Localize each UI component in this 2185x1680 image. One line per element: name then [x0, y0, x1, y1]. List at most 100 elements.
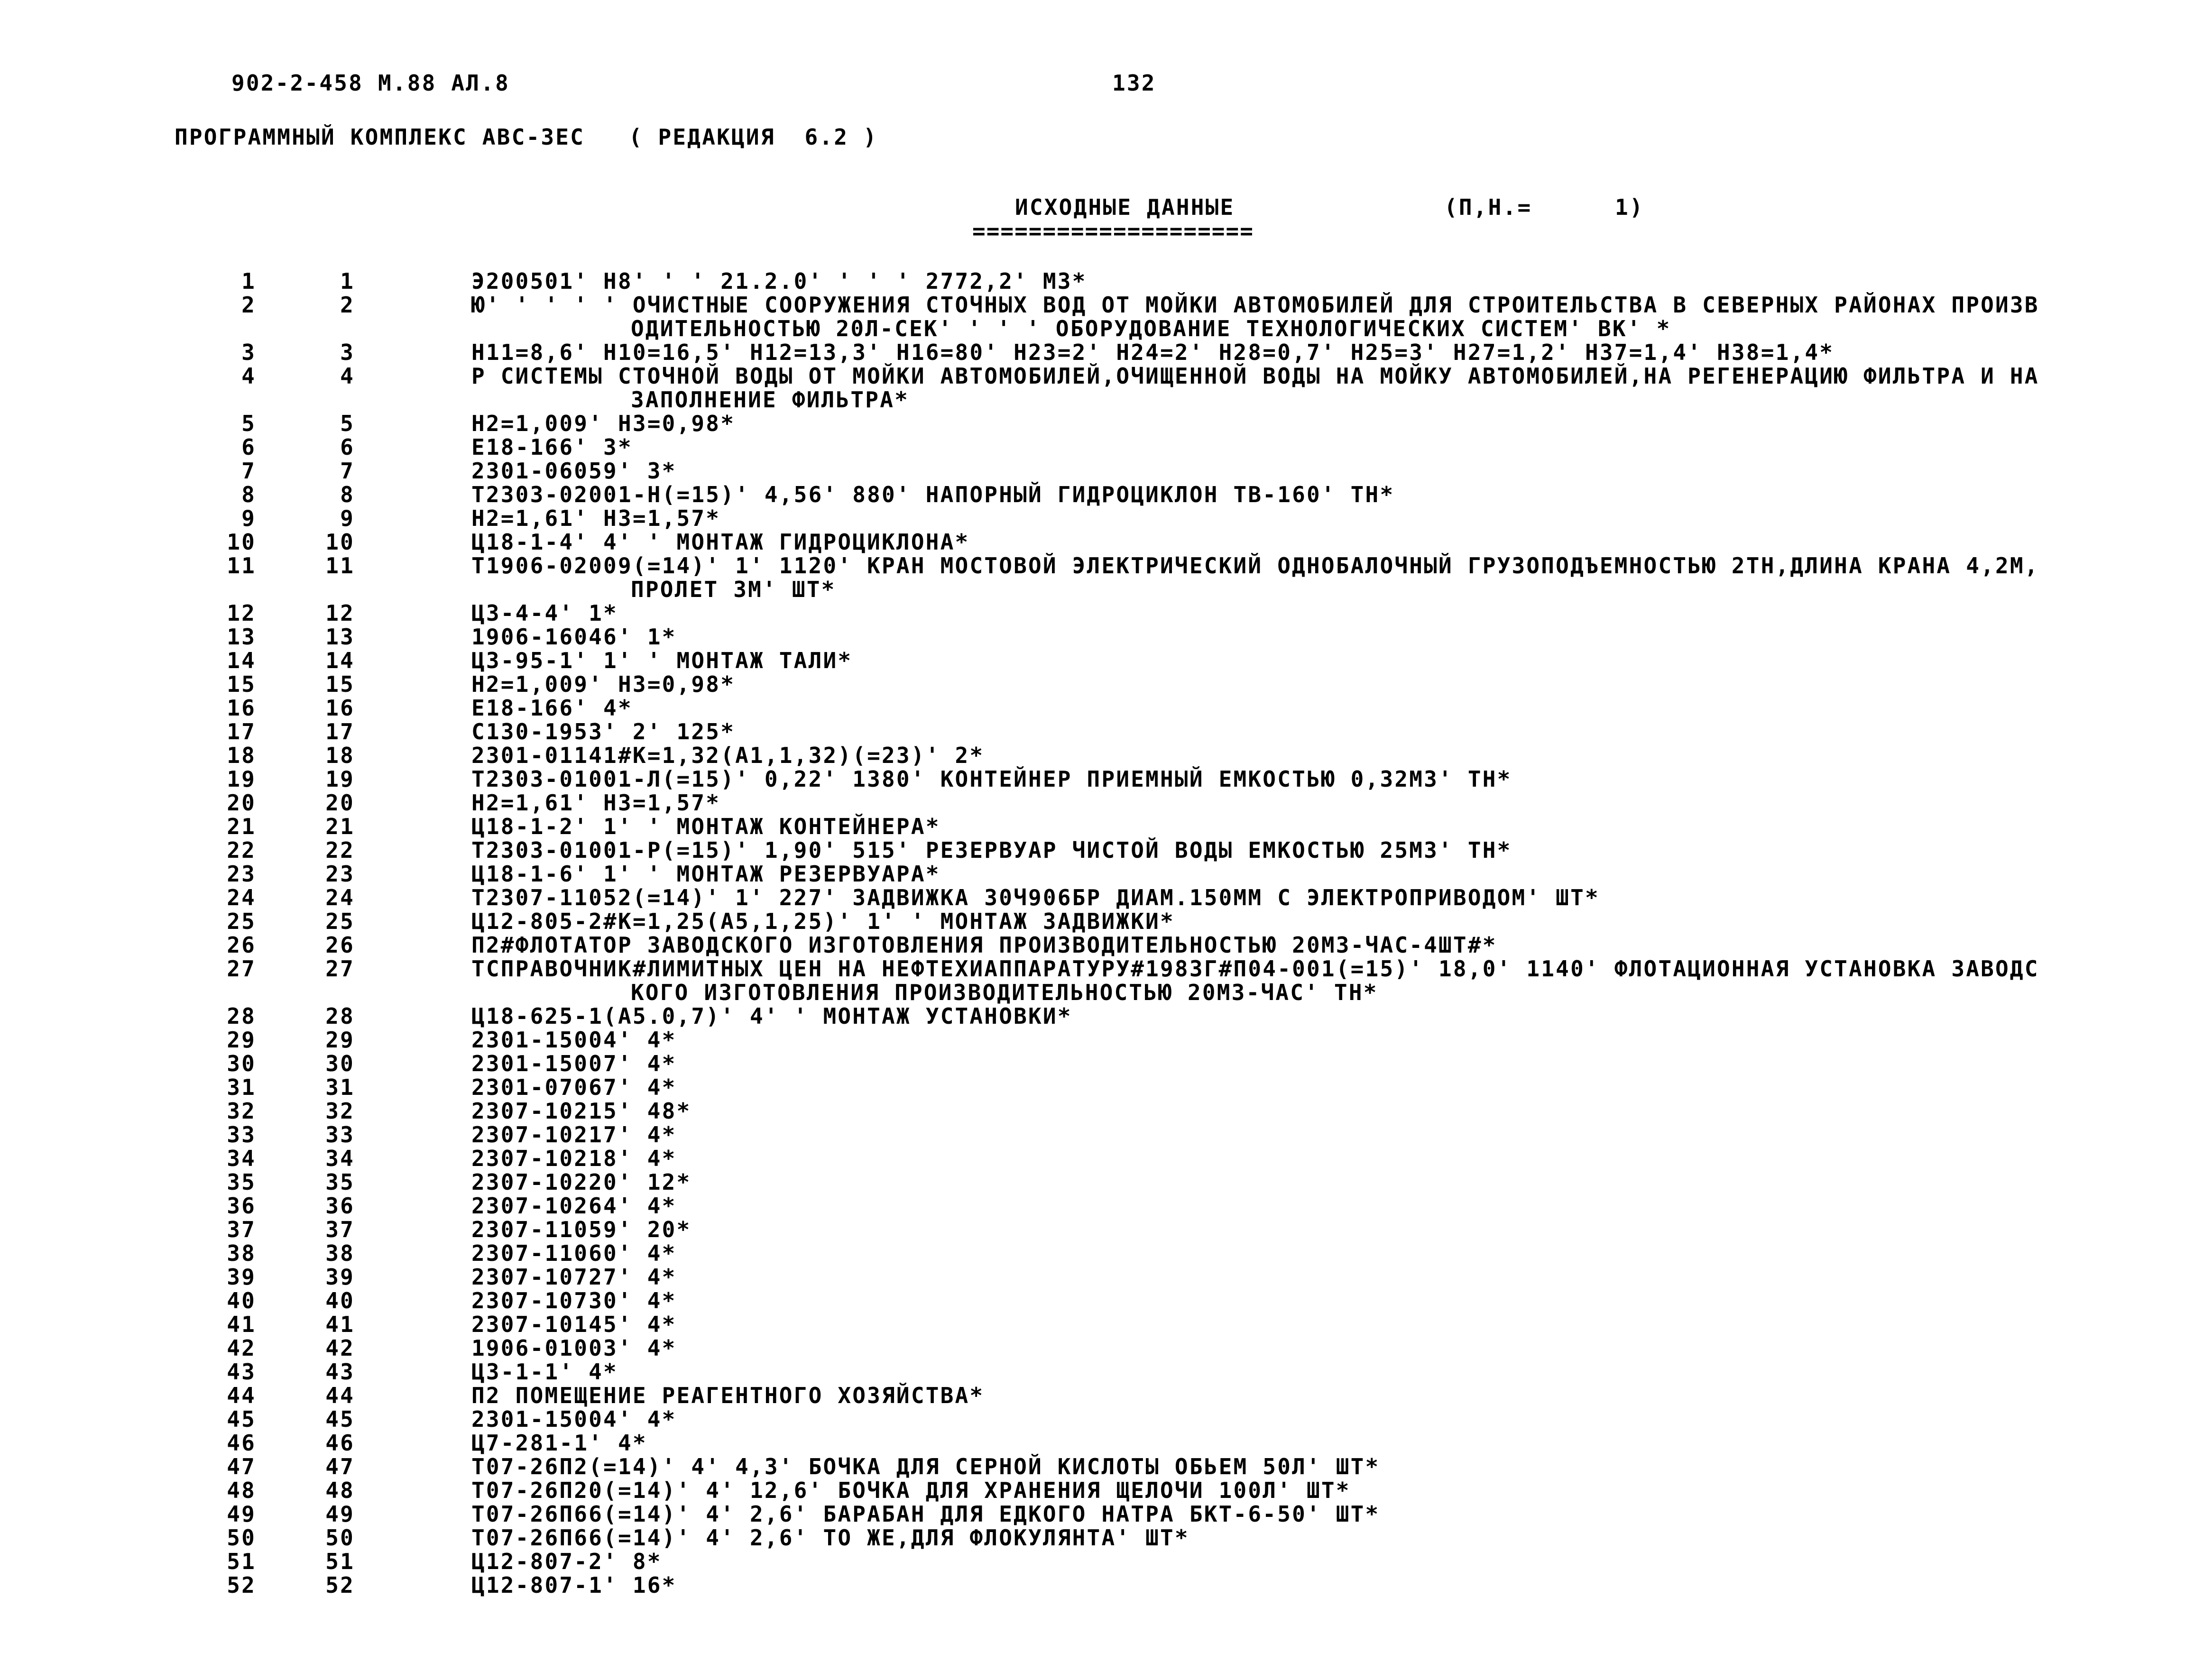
record-text: Т2303-01001-Л(=15)' 0,22' 1380' КОНТЕЙНЕ… — [471, 766, 1512, 792]
record-number: 52 — [325, 1572, 355, 1598]
listing-row: 10 10 Ц18-1-4' 4' ' МОНТАЖ ГИДРОЦИКЛОНА* — [0, 530, 2185, 554]
pn-value: 1) — [1615, 194, 1644, 220]
record-number: 50 — [325, 1525, 355, 1551]
record-number: 41 — [325, 1312, 355, 1337]
line-number: 14 — [227, 648, 256, 673]
listing-row: 17 17 С130-1953' 2' 125* — [0, 720, 2185, 744]
listing-row: 39 39 2307-10727' 4* — [0, 1265, 2185, 1289]
record-text: Т2303-01001-Р(=15)' 1,90' 515' РЕЗЕРВУАР… — [471, 837, 1512, 863]
line-number: 4 — [241, 363, 256, 389]
record-content: 2301-01141#К=1,32(А1,1,32)(=23)' 2* — [471, 744, 2018, 767]
record-text: Т07-26П66(=14)' 4' 2,6' ТО ЖЕ,ДЛЯ ФЛОКУЛ… — [471, 1525, 1189, 1551]
record-number: 37 — [325, 1217, 355, 1242]
record-number: 17 — [325, 719, 355, 744]
listing-row: 40 40 2307-10730' 4* — [0, 1289, 2185, 1313]
record-text: Е18-166' 4* — [471, 695, 633, 721]
line-number: 11 — [227, 553, 256, 578]
listing-row: 36 36 2307-10264' 4* — [0, 1194, 2185, 1218]
line-number: 23 — [227, 861, 256, 887]
record-number: 10 — [325, 529, 355, 555]
line-number: 50 — [227, 1525, 256, 1551]
record-content: 2307-10220' 12* — [471, 1170, 2018, 1194]
listing-row: 51 51 Ц12-807-2' 8* — [0, 1550, 2185, 1573]
listing-row: 48 48 Т07-26П20(=14)' 4' 12,6' БОЧКА ДЛЯ Х… — [0, 1478, 2185, 1502]
listing-row: 43 43 Ц3-1-1' 4* — [0, 1360, 2185, 1384]
record-text: Е18-166' 3* — [471, 434, 633, 460]
record-number: 19 — [325, 766, 355, 792]
record-content: 2307-10727' 4* — [471, 1265, 2018, 1289]
record-text: 2307-11059' 20* — [471, 1217, 691, 1242]
record-number: 8 — [340, 482, 355, 507]
record-content: Е18-166' 4* — [471, 696, 2018, 720]
listing-row: 50 50 Т07-26П66(=14)' 4' 2,6' ТО ЖЕ,ДЛЯ ФЛ… — [0, 1526, 2185, 1550]
listing-row: 46 46 Ц7-281-1' 4* — [0, 1431, 2185, 1455]
listing-row: 30 30 2301-15007' 4* — [0, 1052, 2185, 1075]
line-number: 29 — [227, 1027, 256, 1053]
record-number: 33 — [325, 1122, 355, 1148]
listing-row: 11 11 Т1906-02009(=14)' 1' 1120' КРАН МОСТ… — [0, 554, 2185, 601]
listing-row: 37 37 2307-11059' 20* — [0, 1218, 2185, 1241]
record-text: Ц18-1-4' 4' ' МОНТАЖ ГИДРОЦИКЛОНА* — [471, 529, 970, 555]
record-number: 34 — [325, 1146, 355, 1171]
listing-row: 21 21 Ц18-1-2' 1' ' МОНТАЖ КОНТЕЙНЕРА* — [0, 815, 2185, 838]
record-text-continuation: ПРОЛЕТ 3М' ШТ* — [631, 577, 836, 602]
record-number: 16 — [325, 695, 355, 721]
record-content: П2 ПОМЕЩЕНИЕ РЕАГЕНТНОГО ХОЗЯЙСТВА* — [471, 1384, 2018, 1407]
record-text: Ц3-4-4' 1* — [471, 600, 618, 626]
listing-row: 13 13 1906-16046' 1* — [0, 625, 2185, 649]
pn-label: (П,Н.= — [1444, 194, 1532, 220]
record-number: 24 — [325, 885, 355, 910]
line-number: 48 — [227, 1478, 256, 1503]
listing-row: 5 5 Н2=1,009' Н3=0,98* — [0, 412, 2185, 435]
record-number: 28 — [325, 1003, 355, 1029]
record-content: 2301-15004' 4* — [471, 1407, 2018, 1431]
line-number: 9 — [241, 505, 256, 531]
record-text: Ц7-281-1' 4* — [471, 1430, 647, 1456]
record-number: 3 — [340, 340, 355, 365]
line-number: 3 — [241, 340, 256, 365]
line-number: 38 — [227, 1240, 256, 1266]
record-text: Ц12-807-2' 8* — [471, 1549, 662, 1574]
record-text: Ц18-1-2' 1' ' МОНТАЖ КОНТЕЙНЕРА* — [471, 814, 940, 839]
record-content: Ц3-4-4' 1* — [471, 601, 2018, 625]
listing-row: 20 20 Н2=1,61' Н3=1,57* — [0, 791, 2185, 815]
record-text: Н2=1,61' Н3=1,57* — [471, 505, 721, 531]
section-title: ИСХОДНЫЕ ДАННЫЕ — [1015, 194, 1235, 220]
line-number: 52 — [227, 1572, 256, 1598]
record-content: Ц3-1-1' 4* — [471, 1360, 2018, 1384]
record-content: Т07-26П2(=14)' 4' 4,3' БОЧКА ДЛЯ СЕРНОЙ … — [471, 1455, 2018, 1478]
record-content: 2301-06059' 3* — [471, 459, 2018, 483]
record-content: 2301-15007' 4* — [471, 1052, 2018, 1075]
record-text: Ц12-807-1' 16* — [471, 1572, 677, 1598]
line-number: 42 — [227, 1335, 256, 1361]
record-number: 22 — [325, 837, 355, 863]
line-number: 21 — [227, 814, 256, 839]
record-number: 14 — [325, 648, 355, 673]
record-text-continuation: ЗАПОЛНЕНИЕ ФИЛЬТРА* — [631, 387, 909, 413]
line-number: 18 — [227, 743, 256, 768]
listing-row: 45 45 2301-15004' 4* — [0, 1407, 2185, 1431]
line-number: 28 — [227, 1003, 256, 1029]
input-data-listing: 1 1 Э200501' Н8' ' ' 21.2.0' ' ' ' 2772,2'… — [0, 269, 2185, 1597]
record-content: 2307-10217' 4* — [471, 1123, 2018, 1147]
record-text: Н2=1,61' Н3=1,57* — [471, 790, 721, 816]
record-text: 2307-11060' 4* — [471, 1240, 677, 1266]
line-number: 15 — [227, 671, 256, 697]
record-content: Т07-26П66(=14)' 4' 2,6' БАРАБАН ДЛЯ ЕДКО… — [471, 1502, 2018, 1526]
record-text: Н2=1,009' Н3=0,98* — [471, 671, 736, 697]
record-text: 2307-10730' 4* — [471, 1288, 677, 1313]
listing-row: 2 2 Ю' ' ' ' ' ОЧИСТНЫЕ СООРУЖЕНИЯ СТОЧНЫХ… — [0, 293, 2185, 340]
page-number: 132 — [1112, 70, 1156, 96]
record-content: ТСПРАВОЧНИК#ЛИМИТНЫХ ЦЕН НА НЕФТЕХИАППАР… — [471, 957, 2038, 1004]
record-content: 2307-10215' 48* — [471, 1099, 2018, 1123]
record-number: 9 — [340, 505, 355, 531]
record-number: 48 — [325, 1478, 355, 1503]
listing-row: 18 18 2301-01141#К=1,32(А1,1,32)(=23)' 2* — [0, 744, 2185, 767]
line-number: 7 — [241, 458, 256, 484]
record-content: Т1906-02009(=14)' 1' 1120' КРАН МОСТОВОЙ… — [471, 554, 2038, 602]
record-text: Ц3-95-1' 1' ' МОНТАЖ ТАЛИ* — [471, 648, 853, 673]
line-number: 32 — [227, 1098, 256, 1124]
listing-row: 3 3 Н11=8,6' Н10=16,5' Н12=13,3' Н16=80' Н… — [0, 340, 2185, 364]
listing-row: 29 29 2301-15004' 4* — [0, 1028, 2185, 1052]
record-content: Ц3-95-1' 1' ' МОНТАЖ ТАЛИ* — [471, 649, 2018, 672]
